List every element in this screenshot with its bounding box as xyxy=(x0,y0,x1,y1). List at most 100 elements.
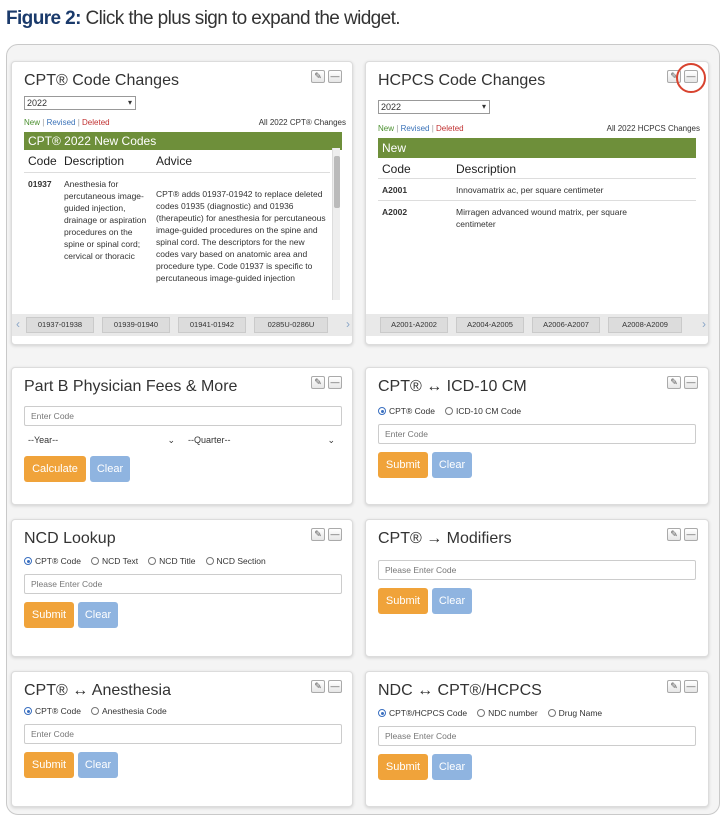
minimize-icon[interactable]: — xyxy=(684,376,698,389)
revised-filter-link[interactable]: Revised xyxy=(47,118,76,127)
all-changes-link[interactable]: All 2022 HCPCS Changes xyxy=(607,124,700,133)
minimize-icon[interactable]: — xyxy=(328,680,342,693)
minimize-icon[interactable]: — xyxy=(328,376,342,389)
new-filter-link[interactable]: New xyxy=(378,124,394,133)
radio-dot xyxy=(378,407,386,415)
radio-dot xyxy=(90,707,99,715)
table-scrollbar[interactable] xyxy=(332,148,340,300)
right-arrow-icon[interactable]: › xyxy=(346,317,350,331)
code-input[interactable]: Enter Code xyxy=(24,406,342,426)
radio-icd-code[interactable]: ICD-10 CM Code xyxy=(444,406,521,416)
radio-ncd-section[interactable]: NCD Section xyxy=(205,556,266,566)
clear-button[interactable]: Clear xyxy=(78,602,118,628)
minimize-icon[interactable]: — xyxy=(684,680,698,693)
pin-icon[interactable]: ✎ xyxy=(667,528,681,541)
scroll-thumb[interactable] xyxy=(334,156,340,208)
clear-button[interactable]: Clear xyxy=(432,754,472,780)
right-arrow-icon[interactable]: › xyxy=(702,317,706,331)
code-input[interactable]: Please Enter Code xyxy=(378,726,696,746)
chevron-down-icon: ▾ xyxy=(127,98,132,107)
submit-button[interactable]: Submit xyxy=(378,754,428,780)
all-changes-link[interactable]: All 2022 CPT® Changes xyxy=(259,118,346,127)
advice-header: Advice xyxy=(156,154,193,168)
submit-button[interactable]: Submit xyxy=(378,588,428,614)
pin-icon[interactable]: ✎ xyxy=(311,70,325,83)
range-button[interactable]: 01937-01938 xyxy=(26,317,94,333)
range-button[interactable]: 01941-01942 xyxy=(178,317,246,333)
calculate-button[interactable]: Calculate xyxy=(24,456,86,482)
new-filter-link[interactable]: New xyxy=(24,118,40,127)
radio-dot xyxy=(205,557,214,565)
pin-icon[interactable]: ✎ xyxy=(311,376,325,389)
range-button[interactable]: 01939-01940 xyxy=(102,317,170,333)
deleted-filter-link[interactable]: Deleted xyxy=(436,124,464,133)
range-button[interactable]: A2004-A2005 xyxy=(456,317,524,333)
search-type-radios: CPT® Code Anesthesia Code xyxy=(24,706,167,716)
clear-button[interactable]: Clear xyxy=(432,452,472,478)
widget-title: CPT® → Modifiers xyxy=(378,530,512,547)
radio-dot xyxy=(24,707,32,715)
code-input[interactable]: Please Enter Code xyxy=(378,560,696,580)
cpt-code-changes-widget: CPT® Code Changes ✎ — 2022 ▾ New | Revise… xyxy=(11,61,353,345)
clear-button[interactable]: Clear xyxy=(432,588,472,614)
row-description: Mirragen advanced wound matrix, per squa… xyxy=(456,207,628,229)
description-header: Description xyxy=(64,154,125,168)
clear-button[interactable]: Clear xyxy=(78,752,118,778)
left-arrow-icon[interactable]: ‹ xyxy=(16,317,20,331)
minimize-icon[interactable]: — xyxy=(684,528,698,541)
figure-label: Figure 2: xyxy=(6,8,81,29)
radio-cpt-code[interactable]: CPT® Code xyxy=(378,406,435,416)
submit-button[interactable]: Submit xyxy=(24,752,74,778)
radio-ndc-number[interactable]: NDC number xyxy=(477,708,538,718)
change-legend: New | Revised | Deleted xyxy=(24,118,110,127)
year-select[interactable]: 2022 ▾ xyxy=(378,100,490,114)
range-button[interactable]: A2001-A2002 xyxy=(380,317,448,333)
code-input[interactable]: Enter Code xyxy=(24,724,342,744)
pin-icon[interactable]: ✎ xyxy=(311,528,325,541)
dashboard-frame: CPT® Code Changes ✎ — 2022 ▾ New | Revise… xyxy=(6,44,720,815)
radio-anesthesia-code[interactable]: Anesthesia Code xyxy=(90,706,167,716)
radio-cpt-code[interactable]: CPT® Code xyxy=(24,706,81,716)
widget-title: CPT® ↔ ICD-10 CM xyxy=(378,378,527,395)
deleted-filter-link[interactable]: Deleted xyxy=(82,118,110,127)
range-button[interactable]: A2008-A2009 xyxy=(608,317,682,333)
radio-dot xyxy=(547,709,556,717)
cpt-modifiers-widget: CPT® → Modifiers ✎ — Please Enter Code S… xyxy=(365,519,709,657)
year-select[interactable]: 2022 ▾ xyxy=(24,96,136,110)
ndc-cpt-hcpcs-widget: NDC ↔ CPT®/HCPCS ✎ — CPT®/HCPCS Code NDC… xyxy=(365,671,709,807)
new-codes-banner: CPT® 2022 New Codes xyxy=(24,132,342,150)
search-type-radios: CPT®/HCPCS Code NDC number Drug Name xyxy=(378,708,602,718)
revised-filter-link[interactable]: Revised xyxy=(401,124,430,133)
range-button[interactable]: 0285U-0286U xyxy=(254,317,328,333)
radio-ncd-title[interactable]: NCD Title xyxy=(148,556,196,566)
code-input[interactable]: Please Enter Code xyxy=(24,574,342,594)
widget-title: NCD Lookup xyxy=(24,530,116,547)
radio-drug-name[interactable]: Drug Name xyxy=(547,708,602,718)
minimize-icon[interactable]: — xyxy=(328,528,342,541)
minimize-icon[interactable]: — xyxy=(328,70,342,83)
submit-button[interactable]: Submit xyxy=(378,452,428,478)
radio-cpt-hcpcs-code[interactable]: CPT®/HCPCS Code xyxy=(378,708,467,718)
radio-ncd-text[interactable]: NCD Text xyxy=(90,556,138,566)
pin-icon[interactable]: ✎ xyxy=(311,680,325,693)
figure-caption: Figure 2: Click the plus sign to expand … xyxy=(6,8,401,30)
radio-dot xyxy=(444,407,453,415)
radio-cpt-code[interactable]: CPT® Code xyxy=(24,556,81,566)
year-select[interactable]: --Year-- ⌄ xyxy=(24,432,180,450)
range-strip: ‹ 01937-01938 01939-01940 01941-01942 02… xyxy=(12,314,352,336)
widget-controls: ✎ — xyxy=(667,680,698,693)
chevron-down-icon: ⌄ xyxy=(327,435,335,445)
widget-controls: ✎ — xyxy=(311,528,342,541)
ncd-lookup-widget: NCD Lookup ✎ — CPT® Code NCD Text NCD Ti… xyxy=(11,519,353,657)
code-input[interactable]: Enter Code xyxy=(378,424,696,444)
radio-dot xyxy=(90,557,99,565)
part-b-fees-widget: Part B Physician Fees & More ✎ — Enter C… xyxy=(11,367,353,505)
widget-title: NDC ↔ CPT®/HCPCS xyxy=(378,682,542,699)
pin-icon[interactable]: ✎ xyxy=(667,376,681,389)
pin-icon[interactable]: ✎ xyxy=(667,680,681,693)
submit-button[interactable]: Submit xyxy=(24,602,74,628)
range-button[interactable]: A2006-A2007 xyxy=(532,317,600,333)
quarter-select[interactable]: --Quarter-- ⌄ xyxy=(184,432,340,450)
clear-button[interactable]: Clear xyxy=(90,456,130,482)
radio-dot xyxy=(378,709,386,717)
